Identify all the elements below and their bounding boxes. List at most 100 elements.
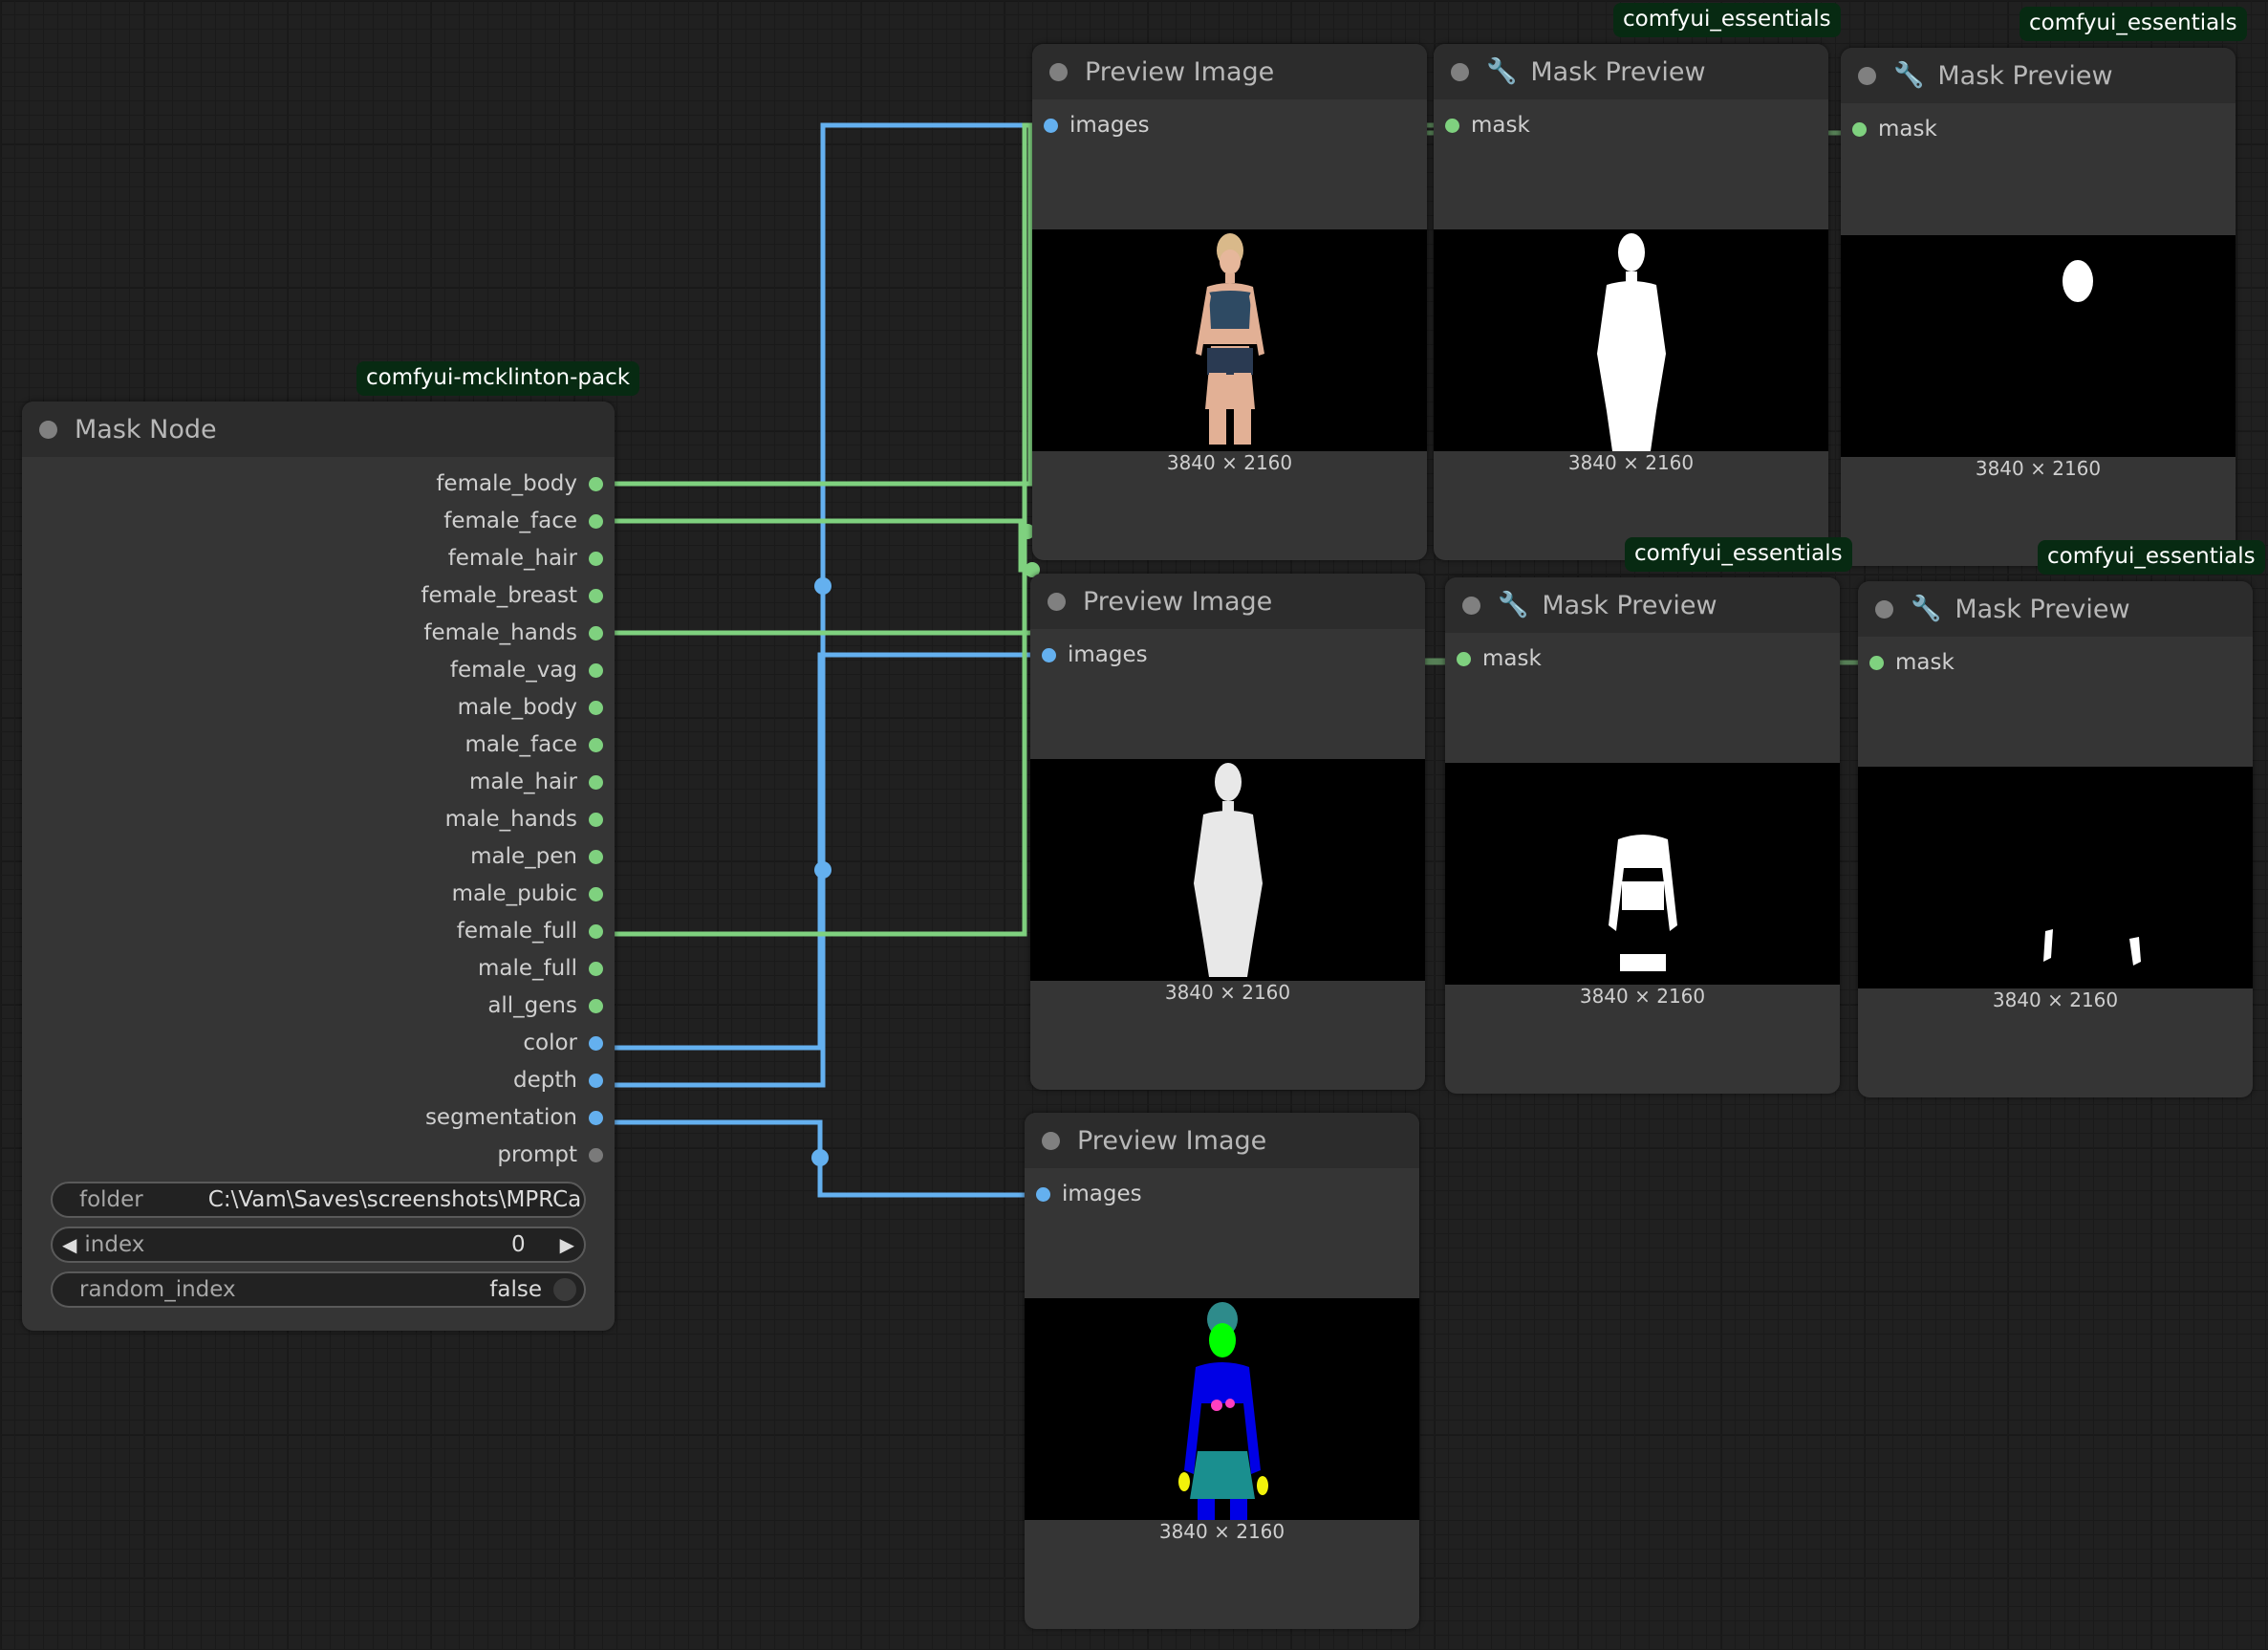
image-dimensions: 3840 × 2160 (1992, 988, 2119, 1011)
output-dot-icon[interactable] (589, 1073, 603, 1088)
wrench-icon: 🔧 (1486, 57, 1518, 86)
mask-node[interactable]: Mask Node female_body female_face female… (22, 402, 615, 1331)
node-pack-badge: comfyui_essentials (2020, 7, 2247, 41)
input-dot-icon[interactable] (1044, 118, 1058, 133)
output-depth[interactable]: depth (513, 1068, 603, 1093)
toggle-knob-icon[interactable] (553, 1278, 576, 1301)
input-dot-icon[interactable] (1042, 647, 1056, 662)
output-female-full[interactable]: female_full (457, 919, 603, 944)
output-dot-icon[interactable] (589, 923, 603, 939)
node-title: Preview Image (1085, 56, 1275, 87)
node-header[interactable]: 🔧 Mask Preview (1841, 48, 2236, 103)
output-dot-icon[interactable] (589, 1110, 603, 1125)
node-header[interactable]: 🔧 Mask Preview (1434, 44, 1828, 99)
output-female-face[interactable]: female_face (443, 509, 603, 533)
output-dot-icon[interactable] (589, 662, 603, 678)
output-male-full[interactable]: male_full (478, 956, 603, 981)
node-title: Mask Preview (1937, 60, 2113, 91)
depth-map-silhouette (1194, 763, 1263, 977)
output-all-gens[interactable]: all_gens (487, 993, 603, 1018)
collapse-dot-icon[interactable] (1048, 592, 1066, 611)
output-dot-icon[interactable] (589, 625, 603, 640)
collapse-dot-icon[interactable] (1042, 1131, 1060, 1150)
output-dot-icon[interactable] (589, 886, 603, 901)
collapse-dot-icon[interactable] (1462, 596, 1480, 615)
random-index-toggle[interactable]: random_index false (51, 1271, 586, 1308)
output-female-breast[interactable]: female_breast (421, 583, 603, 608)
image-dimensions: 3840 × 2160 (1567, 451, 1695, 474)
mask-preview-image (1445, 763, 1840, 985)
node-header[interactable]: Preview Image (1025, 1113, 1419, 1168)
mask-preview-image (1858, 767, 2253, 988)
output-male-hands[interactable]: male_hands (445, 807, 603, 832)
input-dot-icon[interactable] (1445, 118, 1459, 133)
output-female-vag[interactable]: female_vag (450, 658, 603, 683)
input-images[interactable]: images (1042, 642, 1148, 667)
input-mask[interactable]: mask (1445, 113, 1530, 138)
output-dot-icon[interactable] (589, 849, 603, 864)
output-dot-icon[interactable] (589, 1035, 603, 1051)
collapse-dot-icon[interactable] (1049, 62, 1068, 81)
output-dot-icon[interactable] (589, 513, 603, 529)
output-male-face[interactable]: male_face (464, 732, 603, 757)
collapse-dot-icon[interactable] (1875, 599, 1893, 619)
output-male-hair[interactable]: male_hair (469, 770, 603, 794)
input-dot-icon[interactable] (1457, 651, 1471, 666)
output-dot-icon[interactable] (589, 1147, 603, 1162)
mask-preview-node-hands[interactable]: 🔧 Mask Preview mask 3840 × 2160 (1445, 577, 1840, 1094)
output-dot-icon[interactable] (589, 998, 603, 1013)
collapse-dot-icon[interactable] (1451, 62, 1469, 81)
output-dot-icon[interactable] (589, 774, 603, 790)
input-dot-icon[interactable] (1869, 655, 1884, 670)
output-female-hands[interactable]: female_hands (423, 620, 603, 645)
mask-preview-node-body[interactable]: 🔧 Mask Preview mask 3840 × 2160 (1434, 44, 1828, 560)
collapse-dot-icon[interactable] (1858, 66, 1876, 85)
output-male-pubic[interactable]: male_pubic (452, 881, 603, 906)
output-female-hair[interactable]: female_hair (448, 546, 603, 571)
preview-image-node-color[interactable]: Preview Image images 3840 × 2160 (1032, 44, 1427, 560)
increment-arrow-icon[interactable]: ▶ (560, 1233, 574, 1256)
wire-seg-to-preview3 (595, 1119, 1042, 1198)
random-index-value: false (489, 1277, 542, 1302)
input-dot-icon[interactable] (1852, 121, 1867, 137)
input-images[interactable]: images (1044, 113, 1150, 138)
input-mask[interactable]: mask (1869, 650, 1955, 675)
image-dimensions: 3840 × 2160 (1579, 985, 1706, 1008)
input-images[interactable]: images (1036, 1182, 1142, 1206)
node-header[interactable]: Preview Image (1030, 574, 1425, 629)
output-female-body[interactable]: female_body (436, 471, 603, 496)
mask-preview-node-full[interactable]: 🔧 Mask Preview mask 3840 × 2160 (1858, 581, 2253, 1097)
preview-image-depth (1030, 759, 1425, 981)
input-mask[interactable]: mask (1852, 117, 1937, 141)
mask-node-header[interactable]: Mask Node (22, 402, 615, 457)
node-pack-badge: comfyui_essentials (1613, 3, 1841, 37)
node-title: Mask Preview (1955, 594, 2130, 624)
preview-image-node-segmentation[interactable]: Preview Image images 3840 × 2160 (1025, 1113, 1419, 1629)
decrement-arrow-icon[interactable]: ◀ (62, 1233, 76, 1256)
mask-preview-node-face[interactable]: 🔧 Mask Preview mask 3840 × 2160 (1841, 48, 2236, 566)
collapse-dot-icon[interactable] (39, 420, 57, 439)
node-header[interactable]: 🔧 Mask Preview (1858, 581, 2253, 637)
output-dot-icon[interactable] (589, 812, 603, 827)
output-prompt[interactable]: prompt (497, 1142, 603, 1167)
node-header[interactable]: Preview Image (1032, 44, 1427, 99)
output-dot-icon[interactable] (589, 737, 603, 752)
output-dot-icon[interactable] (589, 551, 603, 566)
output-dot-icon[interactable] (589, 476, 603, 491)
index-stepper[interactable]: ◀ index 0 ▶ (51, 1227, 586, 1263)
output-male-pen[interactable]: male_pen (470, 844, 603, 869)
output-segmentation[interactable]: segmentation (425, 1105, 603, 1130)
wire-color-to-preview2 (595, 652, 1048, 1051)
input-dot-icon[interactable] (1036, 1186, 1050, 1202)
output-color[interactable]: color (523, 1031, 603, 1055)
folder-field[interactable]: folder C:\Vam\Saves\screenshots\MPRCa (51, 1182, 586, 1218)
preview-image-node-depth[interactable]: Preview Image images 3840 × 2160 (1030, 574, 1425, 1090)
output-dot-icon[interactable] (589, 961, 603, 976)
output-dot-icon[interactable] (589, 588, 603, 603)
body-mask-silhouette (1597, 233, 1666, 451)
output-dot-icon[interactable] (589, 700, 603, 715)
output-male-body[interactable]: male_body (458, 695, 603, 720)
node-header[interactable]: 🔧 Mask Preview (1445, 577, 1840, 633)
node-title: Preview Image (1083, 586, 1273, 617)
input-mask[interactable]: mask (1457, 646, 1542, 671)
